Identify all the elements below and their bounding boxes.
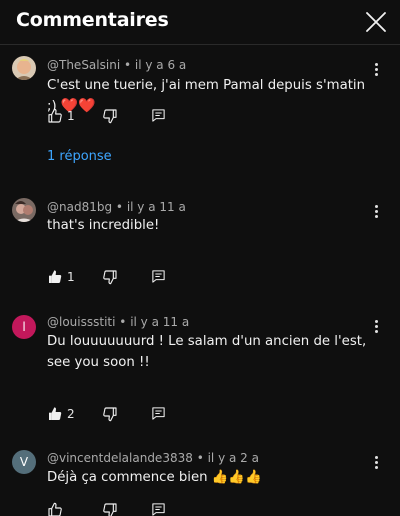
comment-meta: @louissstiti • il y a 11 a [47,315,189,329]
reply-button[interactable] [151,406,166,426]
separator-dot: • [119,315,131,329]
like-button[interactable] [47,502,63,516]
thumb-up-icon [48,108,62,123]
comment-meta: @TheSalsini • il y a 6 a [47,58,186,72]
comment-icon [152,270,165,283]
dislike-button[interactable] [102,406,118,426]
reply-button[interactable] [151,502,166,516]
comment-author[interactable]: @vincentdelalande3838 [47,451,193,465]
header-divider [0,44,400,45]
comment-author[interactable]: @TheSalsini [47,58,120,72]
dislike-button[interactable] [102,502,118,516]
dislike-button[interactable] [102,269,118,289]
like-count: 2 [67,407,75,421]
like-button[interactable] [47,406,63,426]
avatar[interactable] [12,198,36,222]
comment-text: Déjà ça commence bien 👍👍👍 [47,467,372,488]
separator-dot: • [115,200,127,214]
comment-time: il y a 2 a [207,451,259,465]
thumb-up-icon [49,270,62,283]
reply-button[interactable] [151,269,166,289]
like-button[interactable] [47,108,63,128]
thumb-up-icon [48,502,62,516]
comment-time: il y a 6 a [134,58,187,72]
comment-icon [152,109,165,122]
comment-author[interactable]: @louissstiti [47,315,115,329]
separator-dot: • [123,58,135,72]
reply-button[interactable] [151,108,166,128]
like-count: 1 [67,109,75,123]
thumb-down-icon [103,503,117,516]
thumbs-up-emoji: 👍👍👍 [211,470,262,485]
thumb-down-icon [103,109,117,124]
comment-meta: @vincentdelalande3838 • il y a 2 a [47,451,259,465]
like-button[interactable] [47,269,63,289]
dislike-button[interactable] [102,108,118,128]
comment-icon [152,503,165,516]
comment-meta: @nad81bg • il y a 11 a [47,200,186,214]
comment-text: C'est une tuerie, j'ai mem Pamal depuis … [47,75,372,117]
like-count: 1 [67,270,75,284]
avatar[interactable] [12,56,36,80]
comment-time: il y a 11 a [130,315,190,329]
comments-header: Commentaires [0,0,400,44]
thumb-down-icon [103,407,117,422]
replies-link[interactable]: 1 réponse [47,149,112,164]
page-title: Commentaires [16,9,169,31]
thumb-up-icon [49,407,62,420]
comment-body: Déjà ça commence bien [47,470,208,485]
comment-text: Du louuuuuuurd ! Le salam d'un ancien de… [47,334,367,370]
thumb-down-icon [103,270,117,285]
comment-time: il y a 11 a [126,200,186,214]
close-icon[interactable] [363,9,389,35]
comment-text: that's incredible! [47,218,160,233]
avatar[interactable]: V [12,450,36,474]
separator-dot: • [196,451,208,465]
comment-icon [152,407,165,420]
avatar[interactable]: l [12,315,36,339]
comment-author[interactable]: @nad81bg [47,200,112,214]
